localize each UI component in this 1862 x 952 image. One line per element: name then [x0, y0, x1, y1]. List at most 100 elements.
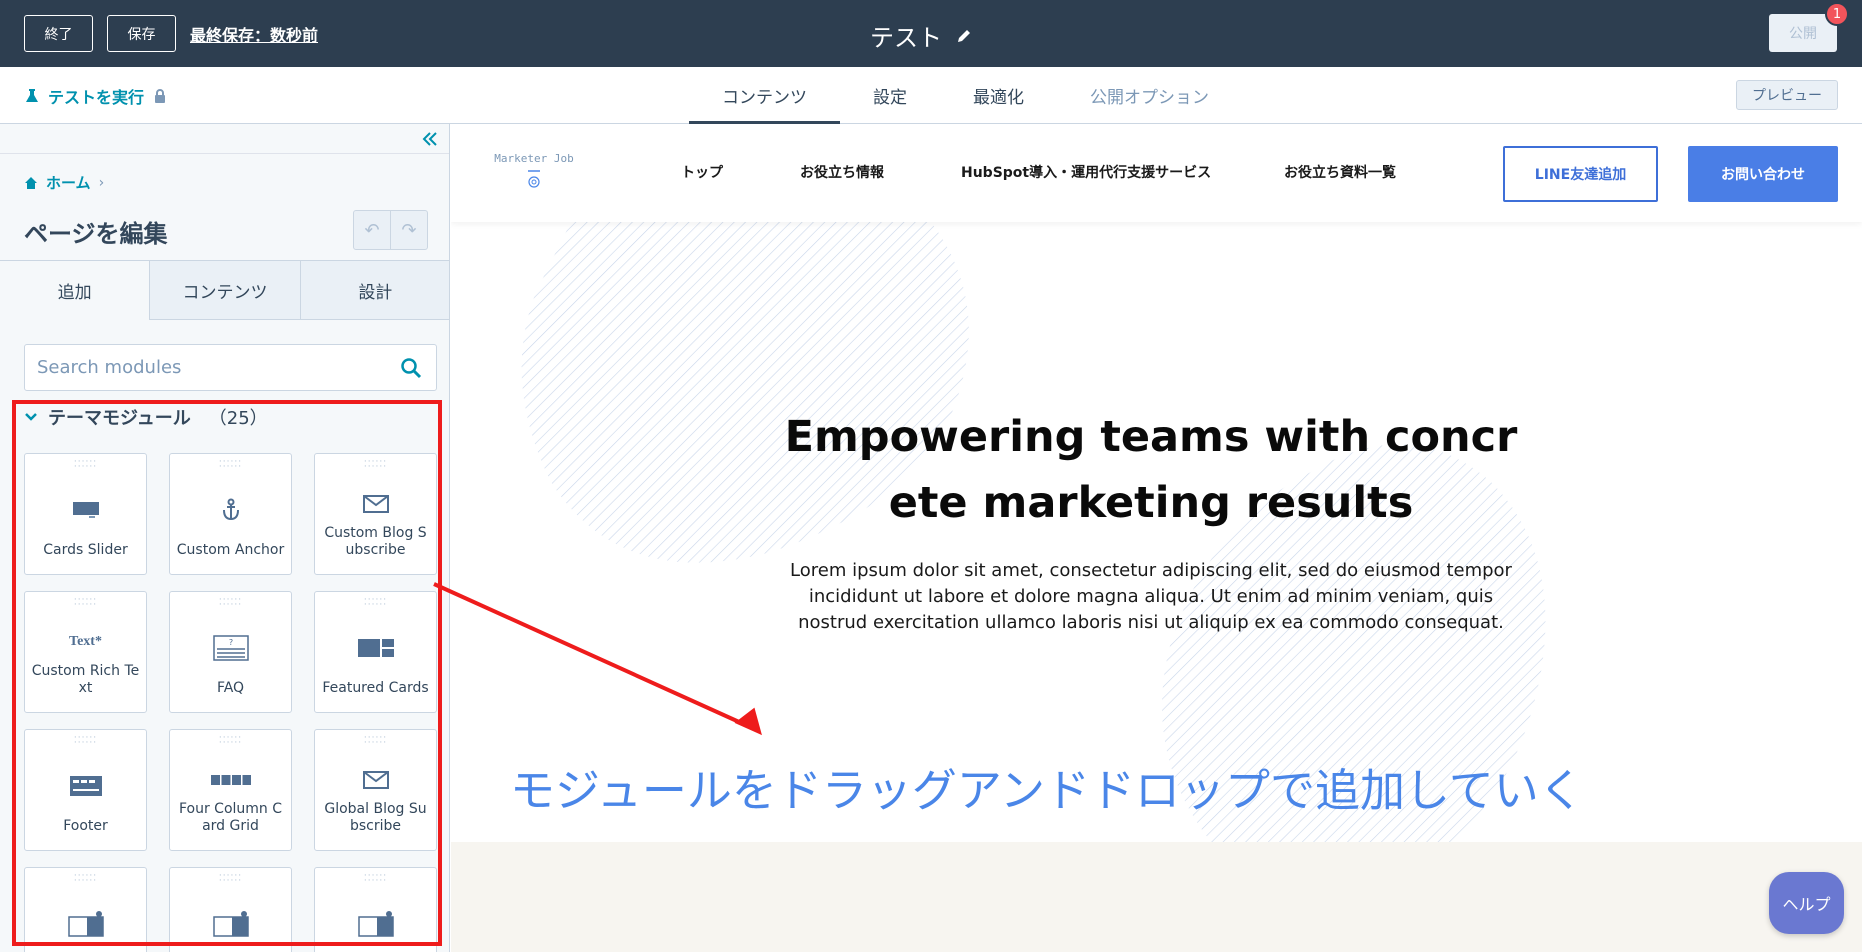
panel-title: ページを編集	[24, 220, 168, 248]
module-label	[321, 944, 430, 952]
preview-button[interactable]: プレビュー	[1736, 80, 1838, 110]
tab-content[interactable]: コンテンツ	[689, 67, 840, 124]
module-label	[176, 944, 285, 952]
module-label: Global Blog Subscribe	[324, 801, 427, 834]
notification-badge: 1	[1825, 2, 1849, 26]
module-card[interactable]: ······ ······	[169, 867, 292, 952]
pencil-icon[interactable]	[956, 28, 972, 44]
last-saved-link[interactable]: 最終保存：数秒前	[190, 22, 318, 46]
page-title-editor[interactable]: テスト	[870, 18, 972, 53]
breadcrumb: ホーム ›	[24, 172, 104, 193]
breadcrumb-home[interactable]: ホーム	[46, 172, 91, 193]
hero-title: Empowering teams with concr ete marketin…	[761, 404, 1541, 536]
envelope-icon	[362, 495, 389, 513]
module-label: Custom Anchor	[176, 541, 285, 558]
undo-redo-group: ↶ ↷	[353, 210, 428, 250]
tab-add[interactable]: 追加	[0, 261, 150, 320]
module-card[interactable]: ······ ······ Cards Slider	[24, 453, 147, 575]
module-card[interactable]: ······ ······ Custom Blog Subscribe	[314, 453, 437, 575]
chevron-right-icon: ›	[98, 174, 105, 191]
panel-tabs: 追加 コンテンツ 設計	[0, 260, 449, 320]
drag-handle-icon[interactable]: ······ ······	[315, 734, 436, 748]
tab-panel-content[interactable]: コンテンツ	[149, 261, 300, 319]
lock-icon	[155, 89, 166, 103]
double-chevron-left-icon[interactable]	[421, 130, 439, 148]
hero-title-line-1: Empowering teams with concr	[784, 412, 1518, 462]
featured-cards-icon	[357, 639, 394, 657]
site-logo[interactable]: Marketer Job	[489, 152, 579, 189]
search-modules-box	[24, 344, 437, 391]
rich-text-icon: Text*	[69, 634, 102, 649]
slider-icon	[72, 502, 99, 518]
page-preview-canvas[interactable]: Marketer Job トップ お役立ち情報 HubSpot導入・運用代行支援…	[451, 124, 1862, 952]
top-bar: 終了 保存 最終保存：数秒前 テスト 公開 1	[0, 0, 1862, 67]
undo-icon[interactable]: ↶	[354, 211, 390, 249]
drag-handle-icon[interactable]: ······ ······	[25, 596, 146, 610]
site-header: Marketer Job トップ お役立ち情報 HubSpot導入・運用代行支援…	[451, 124, 1862, 222]
line-add-button[interactable]: LINE友達追加	[1503, 146, 1658, 202]
module-card[interactable]: ······ ······ Footer	[24, 729, 147, 851]
four-column-icon	[210, 775, 251, 785]
page-title: テスト	[870, 24, 942, 52]
module-card[interactable]: ······ ······	[314, 867, 437, 952]
hero-title-line-2: ete marketing results	[888, 478, 1414, 528]
home-icon	[25, 176, 37, 189]
module-label: Cards Slider	[43, 541, 128, 558]
module-label: Four Column Card Grid	[178, 801, 283, 834]
nav-link-top[interactable]: トップ	[681, 162, 723, 182]
hero-body-text: Lorem ipsum dolor sit amet, consectetur …	[790, 560, 1512, 633]
main-tabs: コンテンツ 設定 最適化 公開オプション	[689, 67, 1242, 124]
nav-link-hubspot[interactable]: HubSpot導入・運用代行支援サービス	[961, 162, 1211, 182]
module-label: Custom Blog Subscribe	[324, 525, 427, 558]
contact-button[interactable]: お問い合わせ	[1688, 146, 1838, 202]
image-text-icon	[212, 911, 249, 937]
tab-design[interactable]: 設計	[299, 261, 449, 319]
collapse-row	[0, 124, 449, 154]
drag-handle-icon[interactable]: ······ ······	[170, 458, 291, 472]
nav-link-info[interactable]: お役立ち情報	[800, 162, 884, 182]
search-icon[interactable]	[400, 357, 422, 379]
module-card[interactable]: ······ ······	[24, 867, 147, 952]
editor-sub-bar: テストを実行 コンテンツ 設定 最適化 公開オプション プレビュー	[0, 67, 1862, 124]
redo-icon[interactable]: ↷	[390, 211, 427, 249]
module-card[interactable]: ······ ······ Four Column Card Grid	[169, 729, 292, 851]
help-button[interactable]: ヘルプ	[1769, 872, 1844, 934]
envelope-icon	[362, 771, 389, 789]
run-test-button[interactable]: テストを実行	[24, 84, 168, 108]
module-label: Footer	[63, 817, 108, 834]
tab-optimize[interactable]: 最適化	[940, 67, 1057, 124]
module-label: FAQ	[216, 679, 245, 696]
image-text-icon	[357, 911, 394, 937]
tab-settings[interactable]: 設定	[840, 67, 940, 124]
run-test-label: テストを実行	[48, 88, 145, 107]
save-button[interactable]: 保存	[107, 15, 176, 52]
search-input[interactable]	[37, 345, 377, 390]
drag-handle-icon[interactable]: ······ ······	[25, 734, 146, 748]
module-card[interactable]: ······ ······ Custom Anchor	[169, 453, 292, 575]
logo-mark-icon	[528, 170, 540, 188]
module-label	[31, 944, 140, 952]
drag-handle-icon[interactable]: ······ ······	[170, 596, 291, 610]
drag-handle-icon[interactable]: ······ ······	[25, 458, 146, 472]
left-sidebar: ホーム › ページを編集 ↶ ↷ 追加 コンテンツ 設計 テーマモジュール （2…	[0, 124, 450, 952]
drag-handle-icon[interactable]: ······ ······	[315, 458, 436, 472]
theme-modules-header[interactable]: テーマモジュール （25）	[24, 404, 268, 430]
module-card[interactable]: ······ ······ Text* Custom Rich Text	[24, 591, 147, 713]
module-label: Featured Cards	[322, 679, 429, 696]
footer-icon	[69, 776, 102, 796]
drag-handle-icon[interactable]: ······ ······	[170, 872, 291, 886]
faq-icon: ?	[212, 635, 249, 661]
drag-handle-icon[interactable]: ······ ······	[25, 872, 146, 886]
module-card[interactable]: ······ ······ Featured Cards	[314, 591, 437, 713]
next-section-strip	[451, 842, 1862, 952]
annotation-caption: モジュールをドラッグアンドドロップで追加していく	[510, 764, 1584, 817]
drag-handle-icon[interactable]: ······ ······	[315, 872, 436, 886]
exit-button[interactable]: 終了	[24, 15, 93, 52]
module-card[interactable]: ······ ······ Global Blog Subscribe	[314, 729, 437, 851]
drag-handle-icon[interactable]: ······ ······	[170, 734, 291, 748]
drag-handle-icon[interactable]: ······ ······	[315, 596, 436, 610]
module-label: Custom Rich Text	[31, 663, 140, 696]
nav-link-resources[interactable]: お役立ち資料一覧	[1284, 162, 1396, 182]
module-card[interactable]: ······ ······ ? FAQ	[169, 591, 292, 713]
tab-publish-options[interactable]: 公開オプション	[1057, 67, 1242, 124]
